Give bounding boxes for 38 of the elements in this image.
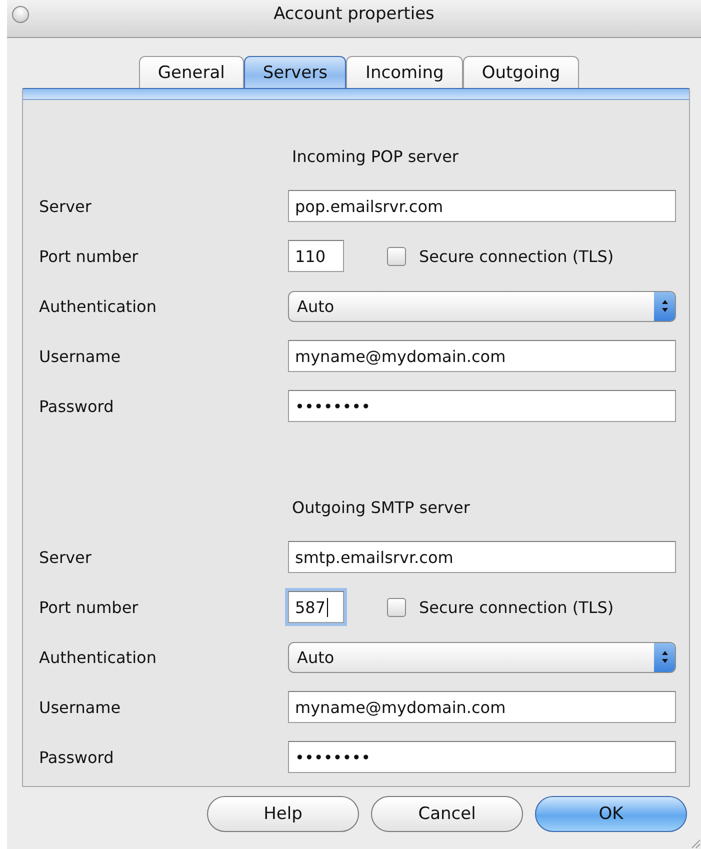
stepper-icon [660,299,668,313]
checkbox-label: Secure connection (TLS) [419,598,614,616]
checkbox[interactable] [387,598,406,616]
dialog-button[interactable]: Help [207,796,359,832]
field-label: Port number [39,598,140,616]
password-field[interactable]: •••••••• [288,741,676,773]
field-label: Port number [39,246,140,266]
section-heading: Incoming POP server [291,146,460,166]
field-label: Password [39,396,115,416]
field-label: Password [39,748,115,766]
resize-grip-icon[interactable] [689,837,701,849]
checkbox-label: Secure connection (TLS) [419,246,614,266]
dialog-button[interactable]: OK [535,796,687,832]
window-title: Account properties [274,4,434,24]
password-field[interactable]: •••••••• [288,390,676,422]
window-button[interactable] [12,6,29,23]
dropdown[interactable]: Auto [288,642,676,672]
input-field[interactable]: 110 [288,240,344,272]
field-label: Username [39,346,122,366]
tab[interactable]: Servers [244,56,346,88]
field-label: Username [39,698,122,716]
field-label: Server [39,548,92,566]
input-field[interactable]: myname@mydomain.com [288,340,676,372]
input-field[interactable]: pop.emailsrvr.com [288,190,676,222]
field-label: Authentication [39,648,158,666]
tab[interactable]: Incoming [346,56,463,88]
input-field[interactable]: myname@mydomain.com [288,691,676,723]
checkbox[interactable] [387,246,406,266]
dropdown[interactable]: Auto [288,290,676,322]
stepper-icon [660,650,668,664]
field-label: Authentication [39,296,158,316]
field-label: Server [39,196,92,216]
input-field[interactable]: smtp.emailsrvr.com [288,541,676,573]
dialog-button[interactable]: Cancel [371,796,523,832]
input-field[interactable]: 587 [288,591,344,623]
tab[interactable]: General [138,56,244,88]
section-heading: Outgoing SMTP server [291,498,471,516]
tab[interactable]: Outgoing [462,56,580,88]
